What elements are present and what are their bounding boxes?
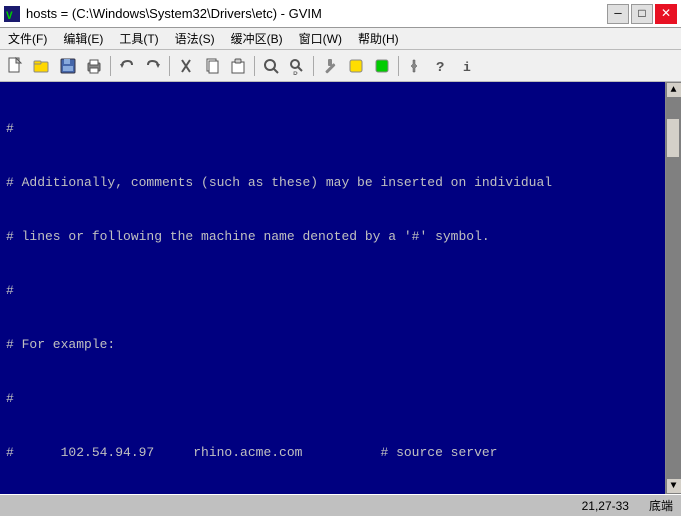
toolbar-sep-3 — [254, 56, 255, 76]
svg-text:V: V — [6, 11, 13, 22]
editor-line: # — [6, 120, 659, 138]
editor-content[interactable]: # # Additionally, comments (such as thes… — [0, 82, 665, 494]
menu-window[interactable]: 窗口(W) — [291, 28, 350, 49]
editor-line: # — [6, 282, 659, 300]
toolbar-cut-button[interactable] — [174, 54, 198, 78]
menu-help[interactable]: 帮助(H) — [350, 28, 407, 49]
toolbar-info-button[interactable]: i — [455, 54, 479, 78]
toolbar-print-button[interactable] — [82, 54, 106, 78]
scroll-down-button[interactable]: ▼ — [666, 478, 681, 494]
toolbar-copy-button[interactable] — [200, 54, 224, 78]
toolbar-green-btn[interactable] — [370, 54, 394, 78]
toolbar-sep-1 — [110, 56, 111, 76]
vertical-scrollbar[interactable]: ▲ ▼ — [665, 82, 681, 494]
svg-text:R: R — [293, 71, 298, 75]
maximize-button[interactable]: □ — [631, 4, 653, 24]
toolbar-replace-button[interactable]: R — [285, 54, 309, 78]
toolbar: R ? i — [0, 50, 681, 82]
toolbar-paste-button[interactable] — [226, 54, 250, 78]
menu-file[interactable]: 文件(F) — [0, 28, 55, 49]
svg-text:?: ? — [436, 60, 444, 75]
scroll-up-button[interactable]: ▲ — [666, 82, 681, 98]
toolbar-sep-2 — [169, 56, 170, 76]
toolbar-wrench-button[interactable] — [403, 54, 427, 78]
menu-bar: 文件(F) 编辑(E) 工具(T) 语法(S) 缓冲区(B) 窗口(W) 帮助(… — [0, 28, 681, 50]
toolbar-sep-5 — [398, 56, 399, 76]
window-title: hosts = (C:\Windows\System32\Drivers\etc… — [26, 6, 322, 21]
close-button[interactable]: ✕ — [655, 4, 677, 24]
toolbar-find-button[interactable] — [259, 54, 283, 78]
toolbar-redo-button[interactable] — [141, 54, 165, 78]
menu-tools[interactable]: 工具(T) — [111, 28, 166, 49]
editor-line: # For example: — [6, 336, 659, 354]
scroll-track[interactable] — [666, 98, 681, 478]
toolbar-sep-4 — [313, 56, 314, 76]
title-bar: V hosts = (C:\Windows\System32\Drivers\e… — [0, 0, 681, 28]
scroll-thumb[interactable] — [666, 118, 680, 158]
cursor-position: 21,27-33 — [582, 499, 629, 513]
editor-container[interactable]: # # Additionally, comments (such as thes… — [0, 82, 681, 494]
editor-line: # — [6, 390, 659, 408]
editor-line: # lines or following the machine name de… — [6, 228, 659, 246]
toolbar-new-button[interactable] — [4, 54, 28, 78]
menu-buffers[interactable]: 缓冲区(B) — [223, 28, 291, 49]
toolbar-save-button[interactable] — [56, 54, 80, 78]
editor-line: # 102.54.94.97 rhino.acme.com # source s… — [6, 444, 659, 462]
toolbar-yellow-btn[interactable] — [344, 54, 368, 78]
menu-syntax[interactable]: 语法(S) — [167, 28, 223, 49]
toolbar-hammer-button[interactable] — [318, 54, 342, 78]
toolbar-undo-button[interactable] — [115, 54, 139, 78]
menu-edit[interactable]: 编辑(E) — [55, 28, 111, 49]
vim-icon: V — [4, 6, 20, 22]
toolbar-open-button[interactable] — [30, 54, 54, 78]
minimize-button[interactable]: ─ — [607, 4, 629, 24]
svg-text:i: i — [463, 60, 471, 75]
status-bar: 21,27-33 底端 — [0, 494, 681, 516]
editor-line: # Additionally, comments (such as these)… — [6, 174, 659, 192]
scroll-position: 底端 — [649, 497, 673, 514]
toolbar-question-button[interactable]: ? — [429, 54, 453, 78]
